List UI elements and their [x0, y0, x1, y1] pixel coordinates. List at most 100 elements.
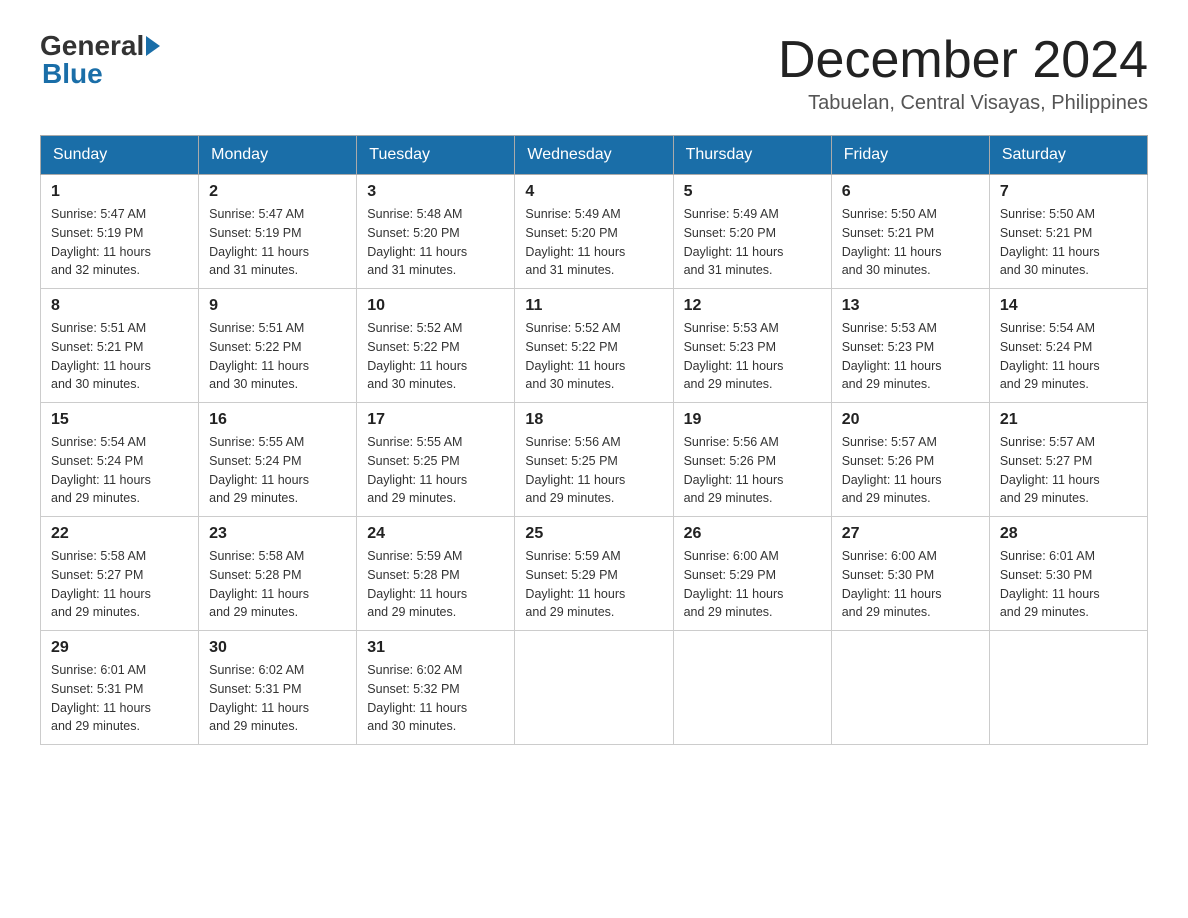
day-number: 19: [684, 411, 821, 429]
day-info: Sunrise: 5:50 AM Sunset: 5:21 PM Dayligh…: [1000, 205, 1137, 280]
day-info: Sunrise: 6:00 AM Sunset: 5:30 PM Dayligh…: [842, 547, 979, 622]
calendar-week-row: 29 Sunrise: 6:01 AM Sunset: 5:31 PM Dayl…: [41, 631, 1148, 745]
calendar-day-cell: 22 Sunrise: 5:58 AM Sunset: 5:27 PM Dayl…: [41, 517, 199, 631]
weekday-header-sunday: Sunday: [41, 136, 199, 175]
calendar-day-cell: 21 Sunrise: 5:57 AM Sunset: 5:27 PM Dayl…: [989, 403, 1147, 517]
day-number: 8: [51, 297, 188, 315]
calendar-empty-cell: [515, 631, 673, 745]
day-info: Sunrise: 5:55 AM Sunset: 5:25 PM Dayligh…: [367, 433, 504, 508]
day-info: Sunrise: 5:53 AM Sunset: 5:23 PM Dayligh…: [842, 319, 979, 394]
calendar-week-row: 15 Sunrise: 5:54 AM Sunset: 5:24 PM Dayl…: [41, 403, 1148, 517]
calendar-day-cell: 24 Sunrise: 5:59 AM Sunset: 5:28 PM Dayl…: [357, 517, 515, 631]
calendar-day-cell: 19 Sunrise: 5:56 AM Sunset: 5:26 PM Dayl…: [673, 403, 831, 517]
day-info: Sunrise: 5:49 AM Sunset: 5:20 PM Dayligh…: [525, 205, 662, 280]
day-info: Sunrise: 5:56 AM Sunset: 5:25 PM Dayligh…: [525, 433, 662, 508]
calendar-day-cell: 11 Sunrise: 5:52 AM Sunset: 5:22 PM Dayl…: [515, 289, 673, 403]
day-number: 21: [1000, 411, 1137, 429]
day-info: Sunrise: 5:56 AM Sunset: 5:26 PM Dayligh…: [684, 433, 821, 508]
day-number: 30: [209, 639, 346, 657]
calendar-day-cell: 20 Sunrise: 5:57 AM Sunset: 5:26 PM Dayl…: [831, 403, 989, 517]
calendar-day-cell: 27 Sunrise: 6:00 AM Sunset: 5:30 PM Dayl…: [831, 517, 989, 631]
day-info: Sunrise: 5:54 AM Sunset: 5:24 PM Dayligh…: [1000, 319, 1137, 394]
weekday-header-thursday: Thursday: [673, 136, 831, 175]
day-info: Sunrise: 5:51 AM Sunset: 5:21 PM Dayligh…: [51, 319, 188, 394]
day-number: 17: [367, 411, 504, 429]
day-number: 2: [209, 183, 346, 201]
day-info: Sunrise: 5:51 AM Sunset: 5:22 PM Dayligh…: [209, 319, 346, 394]
weekday-header-tuesday: Tuesday: [357, 136, 515, 175]
day-info: Sunrise: 6:01 AM Sunset: 5:30 PM Dayligh…: [1000, 547, 1137, 622]
day-info: Sunrise: 6:02 AM Sunset: 5:32 PM Dayligh…: [367, 661, 504, 736]
day-number: 25: [525, 525, 662, 543]
day-number: 13: [842, 297, 979, 315]
day-number: 23: [209, 525, 346, 543]
calendar-empty-cell: [673, 631, 831, 745]
day-info: Sunrise: 5:59 AM Sunset: 5:29 PM Dayligh…: [525, 547, 662, 622]
day-info: Sunrise: 5:50 AM Sunset: 5:21 PM Dayligh…: [842, 205, 979, 280]
calendar-week-row: 1 Sunrise: 5:47 AM Sunset: 5:19 PM Dayli…: [41, 175, 1148, 289]
calendar-day-cell: 8 Sunrise: 5:51 AM Sunset: 5:21 PM Dayli…: [41, 289, 199, 403]
day-info: Sunrise: 5:58 AM Sunset: 5:28 PM Dayligh…: [209, 547, 346, 622]
day-number: 28: [1000, 525, 1137, 543]
day-info: Sunrise: 5:54 AM Sunset: 5:24 PM Dayligh…: [51, 433, 188, 508]
weekday-header-row: SundayMondayTuesdayWednesdayThursdayFrid…: [41, 136, 1148, 175]
day-number: 14: [1000, 297, 1137, 315]
calendar-day-cell: 2 Sunrise: 5:47 AM Sunset: 5:19 PM Dayli…: [199, 175, 357, 289]
weekday-header-friday: Friday: [831, 136, 989, 175]
day-info: Sunrise: 5:47 AM Sunset: 5:19 PM Dayligh…: [51, 205, 188, 280]
calendar-day-cell: 7 Sunrise: 5:50 AM Sunset: 5:21 PM Dayli…: [989, 175, 1147, 289]
calendar-week-row: 22 Sunrise: 5:58 AM Sunset: 5:27 PM Dayl…: [41, 517, 1148, 631]
day-info: Sunrise: 5:48 AM Sunset: 5:20 PM Dayligh…: [367, 205, 504, 280]
calendar-day-cell: 12 Sunrise: 5:53 AM Sunset: 5:23 PM Dayl…: [673, 289, 831, 403]
day-info: Sunrise: 5:59 AM Sunset: 5:28 PM Dayligh…: [367, 547, 504, 622]
day-number: 12: [684, 297, 821, 315]
day-number: 10: [367, 297, 504, 315]
calendar-day-cell: 3 Sunrise: 5:48 AM Sunset: 5:20 PM Dayli…: [357, 175, 515, 289]
day-number: 16: [209, 411, 346, 429]
day-number: 1: [51, 183, 188, 201]
day-info: Sunrise: 5:47 AM Sunset: 5:19 PM Dayligh…: [209, 205, 346, 280]
calendar-day-cell: 1 Sunrise: 5:47 AM Sunset: 5:19 PM Dayli…: [41, 175, 199, 289]
day-number: 24: [367, 525, 504, 543]
day-number: 22: [51, 525, 188, 543]
calendar-day-cell: 23 Sunrise: 5:58 AM Sunset: 5:28 PM Dayl…: [199, 517, 357, 631]
day-info: Sunrise: 6:01 AM Sunset: 5:31 PM Dayligh…: [51, 661, 188, 736]
day-info: Sunrise: 5:49 AM Sunset: 5:20 PM Dayligh…: [684, 205, 821, 280]
calendar-day-cell: 30 Sunrise: 6:02 AM Sunset: 5:31 PM Dayl…: [199, 631, 357, 745]
day-info: Sunrise: 5:52 AM Sunset: 5:22 PM Dayligh…: [367, 319, 504, 394]
calendar-empty-cell: [989, 631, 1147, 745]
logo-blue-text: Blue: [42, 58, 103, 89]
weekday-header-wednesday: Wednesday: [515, 136, 673, 175]
calendar-day-cell: 29 Sunrise: 6:01 AM Sunset: 5:31 PM Dayl…: [41, 631, 199, 745]
day-info: Sunrise: 5:55 AM Sunset: 5:24 PM Dayligh…: [209, 433, 346, 508]
day-info: Sunrise: 5:52 AM Sunset: 5:22 PM Dayligh…: [525, 319, 662, 394]
calendar-day-cell: 26 Sunrise: 6:00 AM Sunset: 5:29 PM Dayl…: [673, 517, 831, 631]
day-info: Sunrise: 5:58 AM Sunset: 5:27 PM Dayligh…: [51, 547, 188, 622]
day-info: Sunrise: 6:00 AM Sunset: 5:29 PM Dayligh…: [684, 547, 821, 622]
title-block: December 2024 Tabuelan, Central Visayas,…: [778, 30, 1148, 115]
day-number: 18: [525, 411, 662, 429]
page-header: General Blue December 2024 Tabuelan, Cen…: [40, 30, 1148, 115]
calendar-day-cell: 5 Sunrise: 5:49 AM Sunset: 5:20 PM Dayli…: [673, 175, 831, 289]
day-number: 9: [209, 297, 346, 315]
day-number: 29: [51, 639, 188, 657]
day-number: 11: [525, 297, 662, 315]
calendar-week-row: 8 Sunrise: 5:51 AM Sunset: 5:21 PM Dayli…: [41, 289, 1148, 403]
day-info: Sunrise: 5:57 AM Sunset: 5:26 PM Dayligh…: [842, 433, 979, 508]
calendar-day-cell: 9 Sunrise: 5:51 AM Sunset: 5:22 PM Dayli…: [199, 289, 357, 403]
day-number: 15: [51, 411, 188, 429]
calendar-day-cell: 18 Sunrise: 5:56 AM Sunset: 5:25 PM Dayl…: [515, 403, 673, 517]
calendar-day-cell: 25 Sunrise: 5:59 AM Sunset: 5:29 PM Dayl…: [515, 517, 673, 631]
logo: General Blue: [40, 30, 162, 90]
calendar-day-cell: 31 Sunrise: 6:02 AM Sunset: 5:32 PM Dayl…: [357, 631, 515, 745]
calendar-day-cell: 15 Sunrise: 5:54 AM Sunset: 5:24 PM Dayl…: [41, 403, 199, 517]
calendar-day-cell: 14 Sunrise: 5:54 AM Sunset: 5:24 PM Dayl…: [989, 289, 1147, 403]
calendar-day-cell: 16 Sunrise: 5:55 AM Sunset: 5:24 PM Dayl…: [199, 403, 357, 517]
day-number: 6: [842, 183, 979, 201]
calendar-day-cell: 13 Sunrise: 5:53 AM Sunset: 5:23 PM Dayl…: [831, 289, 989, 403]
logo-arrow-icon: [146, 36, 160, 56]
calendar-day-cell: 6 Sunrise: 5:50 AM Sunset: 5:21 PM Dayli…: [831, 175, 989, 289]
day-number: 4: [525, 183, 662, 201]
location-subtitle: Tabuelan, Central Visayas, Philippines: [778, 92, 1148, 115]
calendar-day-cell: 10 Sunrise: 5:52 AM Sunset: 5:22 PM Dayl…: [357, 289, 515, 403]
